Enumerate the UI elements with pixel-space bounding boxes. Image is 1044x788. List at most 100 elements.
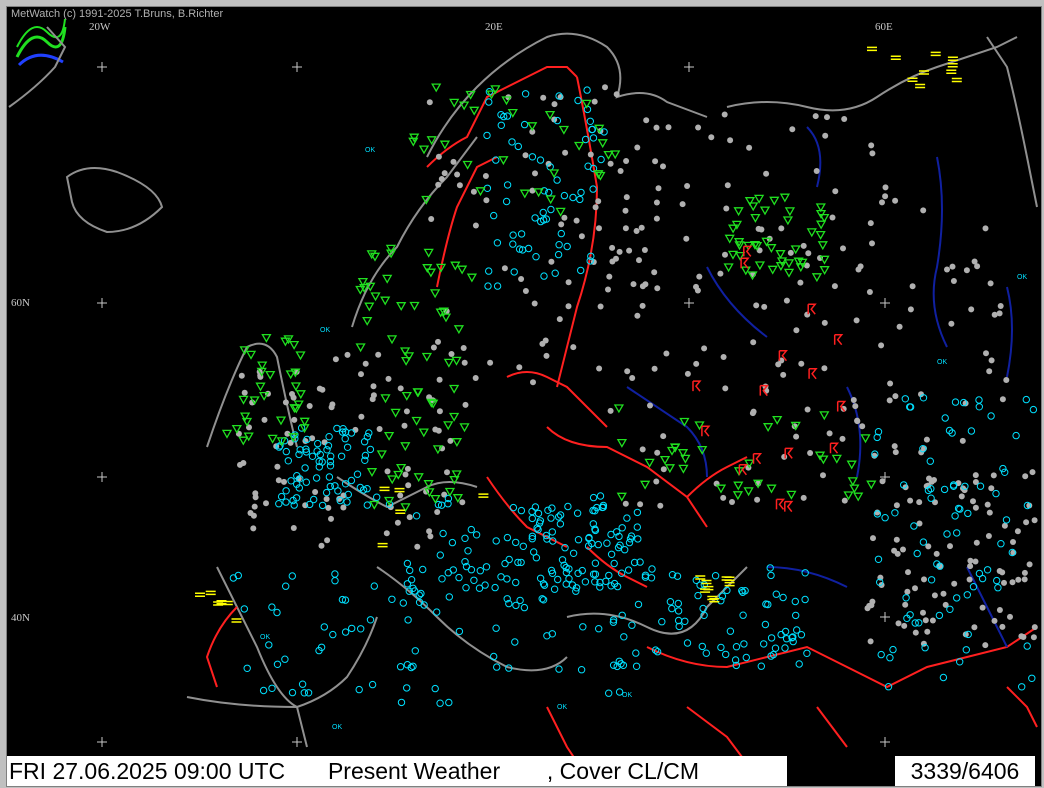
cloud-station bbox=[739, 611, 747, 619]
land-station bbox=[472, 375, 479, 381]
rain-station bbox=[831, 454, 842, 464]
cloud-station bbox=[683, 639, 692, 647]
rain-station bbox=[255, 382, 266, 392]
cloud-station bbox=[939, 673, 948, 682]
land-station bbox=[783, 297, 790, 304]
land-station bbox=[867, 220, 874, 227]
rain-station bbox=[759, 206, 771, 216]
land-station bbox=[623, 194, 630, 201]
rain-station bbox=[613, 404, 625, 414]
cloud-station bbox=[436, 551, 444, 559]
cloud-station bbox=[298, 680, 307, 688]
cloud-station bbox=[1028, 674, 1036, 682]
rain-station bbox=[411, 416, 422, 426]
land-station bbox=[275, 477, 282, 484]
cloud-station bbox=[281, 655, 289, 663]
cloud-station bbox=[403, 580, 412, 588]
land-station bbox=[982, 642, 989, 649]
land-station bbox=[653, 199, 660, 206]
land-station bbox=[328, 515, 334, 522]
land-station bbox=[444, 469, 450, 476]
cloud-station bbox=[406, 566, 414, 575]
cloud-station bbox=[910, 522, 918, 530]
map-viewport[interactable]: OK OK OK OK OK OK OK OK MetWatch (c) 1991-2025 … bbox=[6, 6, 1042, 787]
cloud-station bbox=[992, 489, 1000, 498]
land-station bbox=[251, 503, 258, 510]
cloud-station bbox=[674, 599, 682, 608]
rain-station bbox=[387, 475, 398, 485]
land-station bbox=[543, 352, 550, 359]
land-station bbox=[722, 251, 728, 258]
cloud-station bbox=[554, 250, 563, 259]
cloud-station bbox=[901, 395, 909, 403]
cloud-station bbox=[913, 549, 921, 558]
cloud-station bbox=[556, 520, 565, 528]
land-station bbox=[950, 278, 957, 284]
cloud-station bbox=[591, 559, 600, 567]
cloud-station bbox=[1002, 516, 1011, 524]
rain-station bbox=[748, 202, 759, 212]
land-station bbox=[609, 244, 616, 251]
land-station bbox=[653, 478, 660, 485]
cloud-station bbox=[889, 645, 897, 654]
land-station bbox=[798, 360, 805, 367]
land-station bbox=[922, 617, 929, 624]
cloud-station bbox=[455, 627, 464, 636]
cloud-station bbox=[801, 595, 809, 604]
land-station bbox=[832, 188, 839, 195]
land-station bbox=[642, 281, 649, 288]
land-station bbox=[971, 624, 978, 631]
cloud-station bbox=[325, 473, 334, 481]
land-station bbox=[472, 222, 479, 229]
land-station bbox=[996, 607, 1003, 613]
rain-station bbox=[401, 391, 412, 401]
cloud-station bbox=[403, 684, 411, 692]
cloud-station bbox=[621, 546, 629, 554]
cloud-station bbox=[576, 195, 584, 204]
cloud-station bbox=[510, 268, 518, 276]
cloud-station bbox=[412, 512, 421, 520]
land-station bbox=[250, 525, 257, 532]
land-station bbox=[274, 463, 281, 470]
rain-station bbox=[451, 356, 462, 366]
land-station bbox=[780, 371, 787, 378]
land-station bbox=[892, 449, 899, 456]
land-station bbox=[929, 617, 936, 624]
cloud-station bbox=[554, 575, 562, 584]
cloud-station bbox=[964, 509, 972, 518]
cloud-station bbox=[550, 585, 559, 593]
rain-station bbox=[370, 292, 381, 302]
rain-station bbox=[762, 423, 774, 433]
cloud-station bbox=[333, 424, 341, 433]
land-station bbox=[250, 512, 257, 519]
cloud-station bbox=[975, 569, 984, 578]
rain-station bbox=[221, 429, 233, 439]
land-station bbox=[501, 265, 508, 272]
rain-station bbox=[815, 203, 826, 213]
land-station bbox=[920, 609, 926, 616]
cloud-station bbox=[556, 511, 565, 519]
cloud-station bbox=[361, 456, 369, 464]
land-station bbox=[1031, 624, 1038, 631]
cloud-station bbox=[403, 559, 412, 568]
land-station bbox=[591, 98, 598, 105]
cloud-station bbox=[308, 452, 317, 460]
land-station bbox=[1003, 377, 1010, 383]
land-station bbox=[696, 273, 703, 280]
cloud-station bbox=[493, 239, 502, 247]
land-station bbox=[461, 359, 468, 366]
rain-station bbox=[449, 98, 460, 108]
land-station bbox=[241, 389, 248, 396]
cloud-station bbox=[760, 640, 768, 648]
cloud-station bbox=[520, 603, 529, 612]
cloud-station bbox=[302, 478, 310, 486]
cloud-station bbox=[927, 576, 936, 584]
land-station bbox=[426, 528, 433, 535]
land-station bbox=[947, 543, 953, 550]
land-station bbox=[829, 214, 836, 221]
cloud-station bbox=[273, 660, 282, 668]
weather-map[interactable]: OK OK OK OK OK OK OK OK bbox=[7, 7, 1041, 786]
rain-station bbox=[466, 273, 478, 283]
cloud-station bbox=[503, 533, 512, 542]
land-station bbox=[854, 418, 861, 425]
